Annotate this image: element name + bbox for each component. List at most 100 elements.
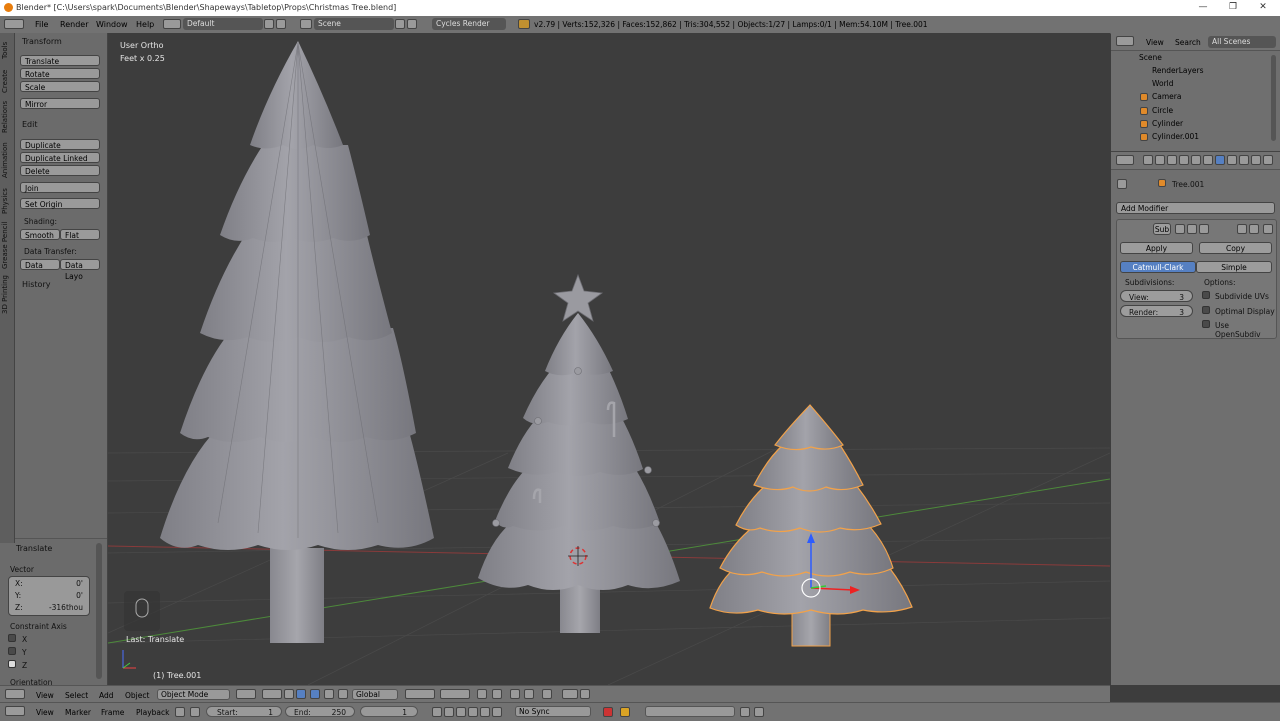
data-button[interactable]: Data (20, 259, 60, 270)
play-reverse-icon[interactable] (456, 707, 466, 717)
y-value[interactable]: 0' (76, 591, 83, 600)
outliner-row-camera[interactable]: Camera (1152, 91, 1181, 103)
modifier-tab-icon[interactable] (1215, 155, 1225, 165)
timeline-view-menu[interactable]: View (36, 708, 54, 717)
history-panel-header[interactable]: History (22, 280, 50, 289)
move-down-icon[interactable] (1249, 224, 1259, 234)
axis-y-checkbox[interactable] (8, 647, 16, 655)
scale-button[interactable]: Scale (20, 81, 100, 92)
modifier-name-field[interactable]: Sub (1153, 223, 1171, 235)
data-layout-button[interactable]: Data Layo (60, 259, 100, 281)
subdivide-uvs-checkbox[interactable] (1202, 291, 1210, 299)
texture-tab-icon[interactable] (1251, 155, 1261, 165)
sync-select[interactable]: No Sync (515, 706, 591, 717)
prev-keyframe-icon[interactable] (444, 707, 454, 717)
outliner-scrollbar[interactable] (1271, 55, 1276, 141)
smooth-button[interactable]: Smooth (20, 229, 60, 240)
playback-menu[interactable]: Playback (136, 708, 169, 717)
render-preview-icon[interactable] (562, 689, 578, 699)
tab-3d-printing[interactable]: 3D Printing (1, 272, 13, 318)
delete-button[interactable]: Delete (20, 165, 100, 176)
catmull-clark-button[interactable]: Catmull-Clark (1120, 261, 1196, 273)
material-tab-icon[interactable] (1239, 155, 1249, 165)
remove-modifier-icon[interactable] (1263, 224, 1273, 234)
pin-icon[interactable] (1117, 179, 1127, 189)
operator-scrollbar[interactable] (96, 543, 102, 679)
translate-manipulator-icon[interactable] (296, 689, 306, 699)
mirror-button[interactable]: Mirror (20, 98, 100, 109)
outliner-row-circle[interactable]: Circle (1152, 105, 1173, 117)
renderlayer-tab-icon[interactable] (1155, 155, 1165, 165)
keying-set-field[interactable] (645, 706, 735, 717)
render-tab-icon[interactable] (1143, 155, 1153, 165)
outliner-row-world[interactable]: World (1152, 78, 1174, 90)
current-frame-field[interactable]: 1 (360, 706, 418, 717)
object-menu[interactable]: Object (125, 691, 149, 700)
outliner-view-menu[interactable]: View (1146, 38, 1164, 47)
frame-menu[interactable]: Frame (101, 708, 124, 717)
layout-select[interactable]: Default (183, 18, 263, 30)
duplicate-button[interactable]: Duplicate (20, 139, 100, 150)
menu-help[interactable]: Help (136, 20, 154, 29)
snap-target-icon[interactable] (542, 689, 552, 699)
scale-icon[interactable] (338, 689, 348, 699)
flat-button[interactable]: Flat (60, 229, 100, 240)
object-tab-icon[interactable] (1191, 155, 1201, 165)
tab-tools[interactable]: Tools (1, 36, 13, 64)
outliner-row-cylinder-001[interactable]: Cylinder.001 (1152, 131, 1199, 143)
insert-keyframe-icon[interactable] (740, 707, 750, 717)
delete-keyframe-icon[interactable] (754, 707, 764, 717)
scene-icon[interactable] (300, 19, 312, 29)
simple-button[interactable]: Simple (1196, 261, 1272, 273)
menu-render[interactable]: Render (60, 20, 88, 29)
apply-button[interactable]: Apply (1120, 242, 1193, 254)
outliner-row-cylinder[interactable]: Cylinder (1152, 118, 1183, 130)
move-icon[interactable] (310, 689, 320, 699)
editmode-toggle-icon[interactable] (1199, 224, 1209, 234)
play-icon[interactable] (468, 707, 478, 717)
3d-viewport[interactable]: User Ortho Feet x 0.25 Last: Translate (… (108, 33, 1110, 685)
marker-menu[interactable]: Marker (65, 708, 91, 717)
render-engine-select[interactable]: Cycles Render (432, 18, 506, 30)
tab-grease-pencil[interactable]: Grease Pencil (1, 220, 13, 270)
snap-element-icon[interactable] (524, 689, 534, 699)
manipulator-toggle-icon[interactable] (284, 689, 294, 699)
next-keyframe-icon[interactable] (480, 707, 490, 717)
rotate-button[interactable]: Rotate (20, 68, 100, 79)
minimize-button[interactable]: — (1188, 1, 1218, 14)
set-origin-dropdown[interactable]: Set Origin (20, 198, 100, 209)
layout-icon[interactable] (163, 19, 181, 29)
lock-layers-icon[interactable] (477, 689, 487, 699)
tab-animation[interactable]: Animation (1, 138, 13, 182)
3d-view-editor-icon[interactable] (5, 689, 25, 699)
use-opensubdiv-checkbox[interactable] (1202, 320, 1210, 328)
copy-button[interactable]: Copy (1199, 242, 1272, 254)
start-frame-field[interactable]: Start: 1 (206, 706, 282, 717)
preview-range-icon[interactable] (175, 707, 185, 717)
orientation-select[interactable]: Global (352, 689, 398, 700)
viewport-toggle-icon[interactable] (1187, 224, 1197, 234)
z-value[interactable]: -316thou (49, 603, 83, 612)
outliner-search-menu[interactable]: Search (1175, 38, 1201, 47)
edit-panel-header[interactable]: Edit (22, 120, 38, 129)
translate-button[interactable]: Translate (20, 55, 100, 66)
add-scene-icon[interactable] (395, 19, 405, 29)
render-levels-field[interactable]: Render: 3 (1120, 305, 1193, 317)
timeline-editor-icon[interactable] (5, 706, 25, 716)
data-tab-icon[interactable] (1227, 155, 1237, 165)
lock-range-icon[interactable] (190, 707, 200, 717)
view-menu[interactable]: View (36, 691, 54, 700)
jump-start-icon[interactable] (432, 707, 442, 717)
axis-x-checkbox[interactable] (8, 634, 16, 642)
pivot-icon[interactable] (262, 689, 282, 699)
menu-file[interactable]: File (35, 20, 48, 29)
duplicate-linked-button[interactable]: Duplicate Linked (20, 152, 100, 163)
rotate-icon[interactable] (324, 689, 334, 699)
jump-end-icon[interactable] (492, 707, 502, 717)
select-menu[interactable]: Select (65, 691, 88, 700)
outliner-row-scene[interactable]: Scene (1139, 52, 1162, 64)
tab-relations[interactable]: Relations (1, 98, 13, 136)
record-icon[interactable] (603, 707, 613, 717)
close-button[interactable]: ✕ (1248, 1, 1278, 14)
move-up-icon[interactable] (1237, 224, 1247, 234)
